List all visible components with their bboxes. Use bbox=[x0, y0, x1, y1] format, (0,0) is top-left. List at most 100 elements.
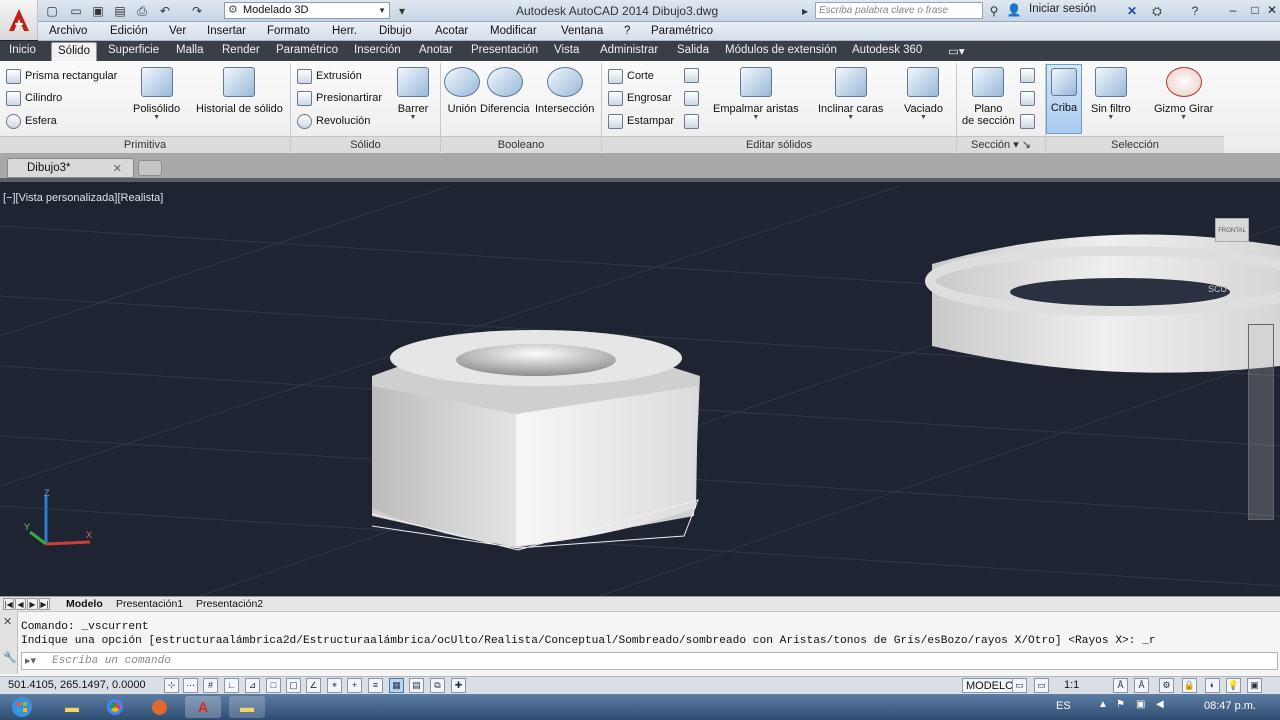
coordinates-readout[interactable]: 501.4105, 265.1497, 0.0000 bbox=[8, 679, 146, 691]
menu-herr[interactable]: Herr. bbox=[332, 25, 357, 37]
app-taskbar-icon[interactable] bbox=[141, 696, 177, 718]
volume-icon[interactable]: ◀ bbox=[1156, 699, 1164, 710]
command-window-handle[interactable]: ✕ 🔧 bbox=[0, 611, 18, 674]
dyn-icon[interactable]: + bbox=[347, 678, 362, 693]
layout-tab-modelo[interactable]: Modelo bbox=[66, 598, 103, 610]
explorer-taskbar-icon[interactable]: ▬ bbox=[54, 696, 90, 718]
next-layout-icon[interactable]: ▶ bbox=[27, 598, 38, 610]
union-button[interactable]: Unión bbox=[444, 67, 480, 115]
tab-anotar[interactable]: Anotar bbox=[419, 44, 453, 56]
close-icon[interactable]: ✕ bbox=[113, 162, 122, 175]
transparency-icon[interactable]: ▦ bbox=[389, 678, 404, 693]
cart-icon[interactable]: ⛭ bbox=[1149, 3, 1165, 19]
new-icon[interactable]: ▢ bbox=[44, 3, 60, 19]
edit-face-icon[interactable] bbox=[684, 68, 699, 83]
document-tab[interactable]: Dibujo3* ✕ bbox=[7, 158, 134, 178]
tray-arrow-icon[interactable]: ▲ bbox=[1098, 699, 1108, 710]
ring-model[interactable] bbox=[925, 234, 1280, 373]
extrusion-button[interactable]: Extrusión bbox=[297, 66, 362, 86]
empalmar-button[interactable]: Empalmar aristas ▼ bbox=[713, 67, 799, 121]
autocad-taskbar-icon[interactable]: A bbox=[185, 696, 221, 718]
print-icon[interactable]: ⎙ bbox=[134, 3, 150, 19]
search-input[interactable]: Escriba palabra clave o frase bbox=[815, 2, 983, 19]
search-expand-icon[interactable]: ▸ bbox=[797, 3, 813, 19]
edit-edge-icon[interactable] bbox=[684, 91, 699, 106]
model-space-button[interactable]: MODELO bbox=[962, 678, 1018, 693]
taskbar-clock[interactable]: 08:47 p.m. bbox=[1204, 700, 1256, 712]
barrer-button[interactable]: Barrer ▼ bbox=[397, 67, 429, 121]
viewport-controls-label[interactable]: [−][Vista personalizada][Realista] bbox=[3, 192, 163, 204]
annotation-scale[interactable]: 1:1 bbox=[1064, 679, 1079, 691]
cilindro-button[interactable]: Cilindro bbox=[6, 88, 62, 108]
criba-button[interactable]: Criba bbox=[1046, 64, 1082, 134]
plano-seccion-button[interactable]: Plano de sección bbox=[962, 67, 1015, 127]
layout-tab-presentacion2[interactable]: Presentación2 bbox=[196, 598, 263, 610]
autocad-logo-icon[interactable] bbox=[0, 0, 38, 40]
isolate-objects-icon[interactable]: 💡 bbox=[1226, 678, 1241, 693]
live-section-icon[interactable] bbox=[1020, 68, 1035, 83]
tab-render[interactable]: Render bbox=[222, 44, 260, 56]
workspace-switch-icon[interactable]: ⚙ bbox=[1159, 678, 1174, 693]
tab-presentacion[interactable]: Presentación bbox=[471, 44, 538, 56]
first-layout-icon[interactable]: |◀ bbox=[3, 598, 14, 610]
menu-archivo[interactable]: Archivo bbox=[49, 25, 87, 37]
presionartirar-button[interactable]: Presionartirar bbox=[297, 88, 382, 108]
network-icon[interactable]: ▣ bbox=[1136, 699, 1145, 710]
prev-layout-icon[interactable]: ◀ bbox=[15, 598, 26, 610]
open-icon[interactable]: ▭ bbox=[68, 3, 84, 19]
tab-insercion[interactable]: Inserción bbox=[354, 44, 401, 56]
menu-acotar[interactable]: Acotar bbox=[435, 25, 468, 37]
menu-dibujo[interactable]: Dibujo bbox=[379, 25, 412, 37]
tab-solido[interactable]: Sólido bbox=[51, 42, 97, 61]
start-button[interactable] bbox=[3, 694, 41, 720]
revolucion-button[interactable]: Revolución bbox=[297, 111, 370, 131]
quick-props-icon[interactable]: ▤ bbox=[409, 678, 424, 693]
tab-administrar[interactable]: Administrar bbox=[600, 44, 658, 56]
menu-ventana[interactable]: Ventana bbox=[561, 25, 603, 37]
flag-icon[interactable]: ⚑ bbox=[1116, 699, 1125, 710]
annotation-visibility-icon[interactable]: Å bbox=[1113, 678, 1128, 693]
help-icon[interactable]: ? bbox=[1187, 3, 1203, 19]
auto-scale-icon[interactable]: Å bbox=[1134, 678, 1149, 693]
quick-view-layouts-icon[interactable]: ▭ bbox=[1012, 678, 1027, 693]
annotation-monitor-icon[interactable]: ✚ bbox=[451, 678, 466, 693]
user-icon[interactable]: 👤 bbox=[1006, 2, 1022, 18]
layout-tab-presentacion1[interactable]: Presentación1 bbox=[116, 598, 183, 610]
menu-ayuda[interactable]: ? bbox=[624, 25, 630, 37]
redo-icon[interactable]: ↷ bbox=[189, 3, 205, 19]
ucs-menu[interactable]: SCU bbox=[1208, 284, 1227, 294]
tab-autodesk360[interactable]: Autodesk 360 bbox=[852, 44, 922, 56]
quick-view-drawings-icon[interactable]: ▭ bbox=[1034, 678, 1049, 693]
diferencia-button[interactable]: Diferencia bbox=[480, 67, 530, 115]
language-indicator[interactable]: ES bbox=[1056, 700, 1071, 712]
vaciado-button[interactable]: Vaciado ▼ bbox=[904, 67, 943, 121]
folder-taskbar-icon[interactable]: ▬ bbox=[229, 696, 265, 718]
menu-parametrico[interactable]: Paramétrico bbox=[651, 25, 713, 37]
polar-icon[interactable]: ⊿ bbox=[245, 678, 260, 693]
binoculars-icon[interactable]: ⚲ bbox=[986, 3, 1002, 19]
exchange-icon[interactable]: ✕ bbox=[1124, 3, 1140, 19]
historial-button[interactable]: Historial de sólido bbox=[196, 67, 283, 115]
selection-cycling-icon[interactable]: ⧉ bbox=[430, 678, 445, 693]
lock-icon[interactable]: 🔒 bbox=[1182, 678, 1197, 693]
new-tab-button[interactable] bbox=[138, 160, 162, 176]
tab-salida[interactable]: Salida bbox=[677, 44, 709, 56]
workspace-select[interactable]: ⚙ Modelado 3D ▼ bbox=[224, 2, 390, 19]
last-layout-icon[interactable]: ▶| bbox=[39, 598, 50, 610]
clean-screen-icon[interactable]: ▣ bbox=[1247, 678, 1262, 693]
engrosar-button[interactable]: Engrosar bbox=[608, 88, 672, 108]
panel-seccion-label[interactable]: Sección ▾ ↘ bbox=[957, 136, 1045, 153]
tab-modulos[interactable]: Módulos de extensión bbox=[725, 44, 837, 56]
drawing-viewport[interactable]: Z X Y [−][Vista personalizada][Realista]… bbox=[0, 186, 1280, 596]
save-icon[interactable]: ▣ bbox=[90, 3, 106, 19]
esfera-button[interactable]: Esfera bbox=[6, 111, 57, 131]
edit-body-icon[interactable] bbox=[684, 114, 699, 129]
close-button[interactable]: ✕ bbox=[1259, 0, 1280, 20]
inclinar-button[interactable]: Inclinar caras ▼ bbox=[818, 67, 883, 121]
estampar-button[interactable]: Estampar bbox=[608, 111, 674, 131]
wrench-icon[interactable]: 🔧 bbox=[3, 651, 17, 664]
chrome-taskbar-icon[interactable] bbox=[97, 696, 133, 718]
hardware-accel-icon[interactable]: ◐ bbox=[1205, 678, 1220, 693]
otrack-icon[interactable]: ∠ bbox=[306, 678, 321, 693]
menu-modificar[interactable]: Modificar bbox=[490, 25, 537, 37]
